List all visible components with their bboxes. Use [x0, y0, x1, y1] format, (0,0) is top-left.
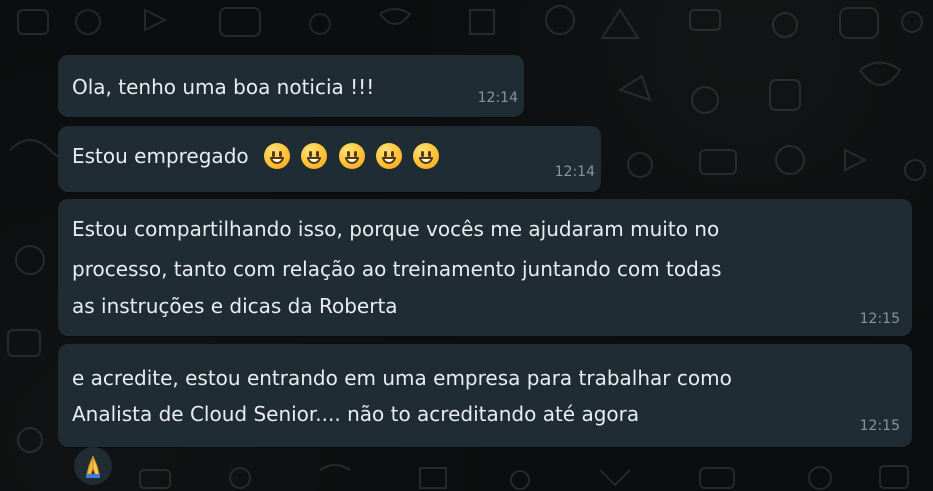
message-bubble[interactable]: Ola, tenho uma boa noticia !!! 12:14 [58, 55, 524, 117]
message-line: processo, tanto com relação ao treinamen… [72, 257, 722, 281]
message-bubble[interactable]: Estou empregado 12:14 [58, 126, 601, 192]
grinning-face-icon [413, 142, 440, 169]
message-time: 12:15 [859, 311, 900, 327]
emoji-row [259, 138, 440, 174]
message-line: e acredite, estou entrando em uma empres… [72, 366, 732, 390]
grinning-face-icon [376, 142, 403, 169]
message-text: Estou empregado [72, 138, 440, 174]
message-line: Analista de Cloud Senior.... não to acre… [72, 402, 640, 426]
message-time: 12:14 [477, 90, 518, 106]
folded-hands-icon [86, 455, 100, 478]
message-bubble[interactable]: Estou compartilhando isso, porque vocês … [58, 199, 912, 336]
message-line: Estou compartilhando isso, porque vocês … [72, 217, 720, 241]
message-text: Ola, tenho uma boa noticia !!! [72, 75, 375, 99]
chat-message-list: Ola, tenho uma boa noticia !!! 12:14 Est… [0, 0, 933, 491]
grinning-face-icon [263, 142, 290, 169]
grinning-face-icon [301, 142, 328, 169]
message-reaction[interactable] [74, 447, 112, 485]
grinning-face-icon [338, 142, 365, 169]
message-bubble[interactable]: e acredite, estou entrando em uma empres… [58, 344, 912, 447]
message-time: 12:14 [554, 164, 595, 180]
message-time: 12:15 [859, 418, 900, 434]
message-line: as instruções e dicas da Roberta [72, 294, 398, 318]
message-text-content: Estou empregado [72, 144, 249, 168]
